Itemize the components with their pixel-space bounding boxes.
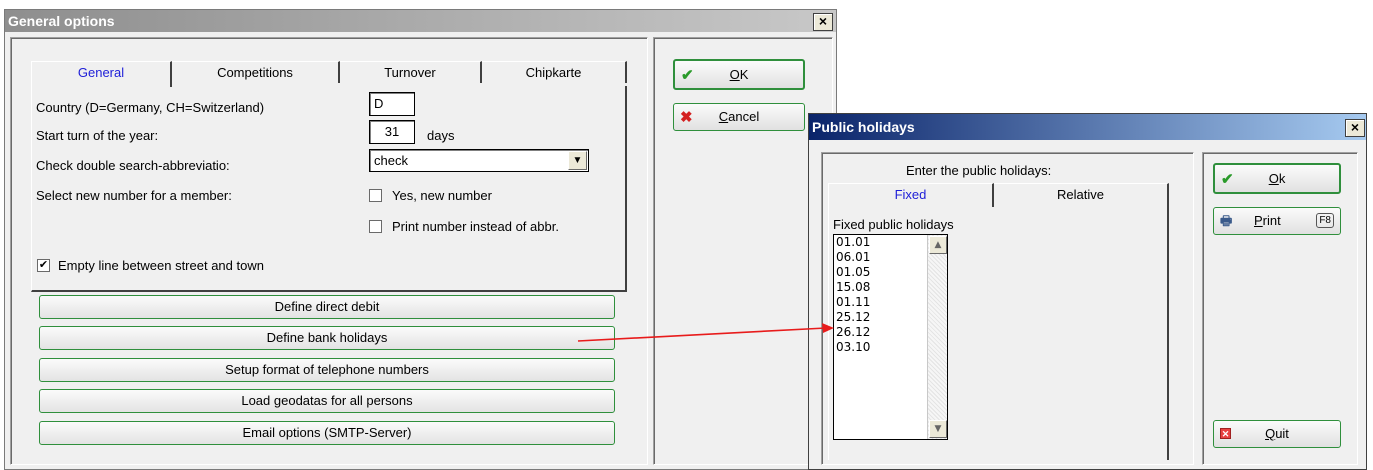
arrow-line <box>577 327 827 342</box>
tab-general-label: General <box>77 65 125 80</box>
tab-fixed-label: Fixed <box>894 187 927 202</box>
arrow-head-icon <box>822 323 834 333</box>
annotation-arrow <box>577 323 834 342</box>
tab-fixed[interactable]: Fixed <box>828 183 994 207</box>
tab-general[interactable]: General <box>31 61 172 87</box>
